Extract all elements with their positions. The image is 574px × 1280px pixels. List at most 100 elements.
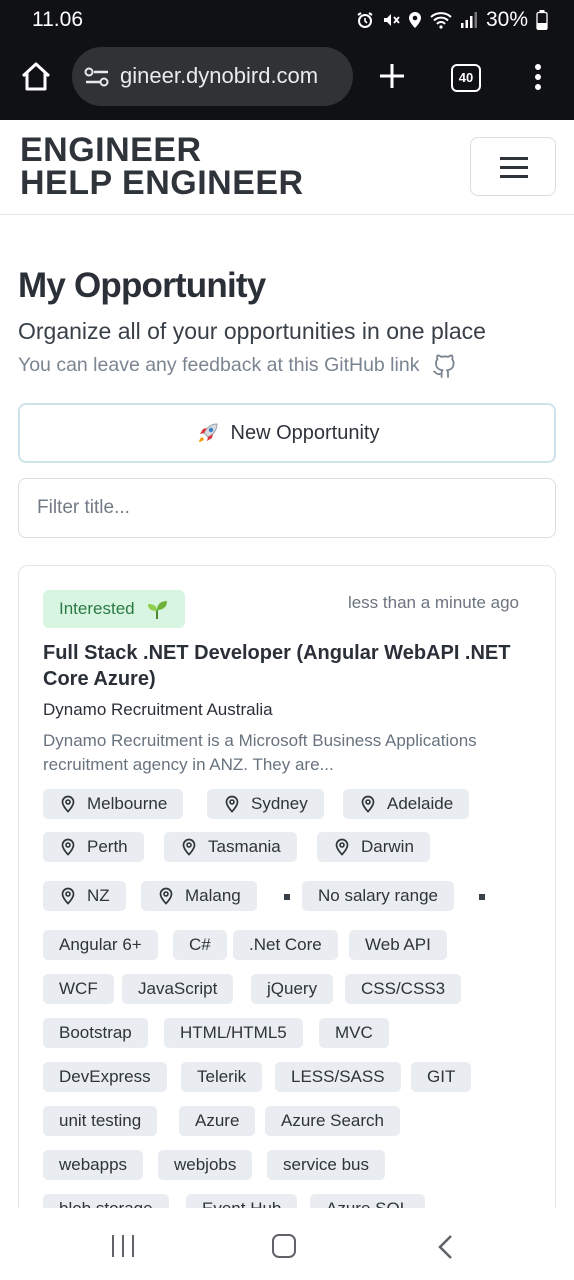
map-pin-icon [182,838,196,856]
location-label: Darwin [361,837,414,856]
skill-tag: Telerik [181,1062,263,1092]
system-nav-bar [0,1208,574,1280]
map-pin-icon [335,838,349,856]
location-label: Sydney [251,794,308,813]
company-name: Dynamo Recruitment Australia [43,700,273,719]
separator-dot [284,894,290,900]
map-pin-icon [159,887,173,905]
url-text: gineer.dynobird.com [120,63,319,88]
status-time: 11.06 [32,8,83,31]
back-icon[interactable] [436,1234,456,1260]
job-title[interactable]: Full Stack .NET Developer (Angular WebAP… [43,640,513,692]
page-title: My Opportunity [18,266,266,305]
skill-label: MVC [335,1023,373,1042]
location-label: Malang [185,886,241,905]
skill-label: Angular 6+ [59,935,142,954]
skill-label: LESS/SASS [291,1067,385,1086]
location-tag: Tasmania [164,832,297,862]
skill-label: unit testing [59,1111,142,1130]
skill-tag: C# [173,930,227,960]
battery-level: 30% [485,8,528,31]
mute-icon [383,14,400,26]
home-icon[interactable] [18,59,54,95]
status-icons: 30% [356,8,548,32]
hamburger-menu-button[interactable] [470,137,556,196]
skill-label: service bus [283,1155,369,1174]
status-bar: 11.06 30% [0,0,574,40]
salary-label: No salary range [318,886,439,905]
skill-tag: service bus [267,1150,385,1180]
site-settings-icon[interactable] [84,65,110,89]
browser-toolbar: gineer.dynobird.com 40 [0,40,574,120]
new-opportunity-button[interactable]: New Opportunity [18,403,556,463]
skill-label: JavaScript [138,979,218,998]
filter-title-input[interactable] [18,478,556,538]
skill-tag: CSS/CSS3 [345,974,462,1004]
alarm-icon [357,12,373,28]
skill-label: Web API [365,935,431,954]
skill-label: WCF [59,979,98,998]
skill-tag: webapps [43,1150,144,1180]
github-icon[interactable] [431,352,457,378]
skill-label: jQuery [267,979,318,998]
skill-tag: unit testing [43,1106,158,1136]
site-logo[interactable]: ENGINEER HELP ENGINEER [20,131,304,200]
more-vert-icon[interactable] [528,64,548,94]
site-header: ENGINEER HELP ENGINEER [0,120,574,215]
location-label: Tasmania [208,837,281,856]
location-tag: Sydney [207,789,324,819]
skill-tag: jQuery [251,974,334,1004]
job-description: Dynamo Recruitment is a Microsoft Busine… [43,731,477,774]
tabs-icon[interactable]: 40 [451,64,481,92]
skill-tag: DevExpress [43,1062,167,1092]
recents-icon[interactable] [112,1235,136,1257]
skill-label: HTML/HTML5 [180,1023,287,1042]
location-tag: Malang [141,881,257,911]
skill-label: webapps [59,1155,128,1174]
skill-tag: Bootstrap [43,1018,148,1048]
battery-icon [536,10,548,30]
location-label: NZ [87,886,110,905]
plus-icon[interactable] [378,62,406,90]
skill-label: DevExpress [59,1067,151,1086]
map-pin-icon [361,795,375,813]
location-label: Adelaide [387,794,454,813]
opportunity-card[interactable]: Interested less than a minute ago Full S… [18,565,556,1265]
skill-label: Telerik [197,1067,247,1086]
status-label: Interested [59,599,135,618]
new-opportunity-label: New Opportunity [230,421,380,444]
location-icon [408,12,421,28]
address-bar[interactable]: gineer.dynobird.com [72,47,353,106]
skill-tag: JavaScript [122,974,234,1004]
skill-tag: webjobs [158,1150,253,1180]
skill-label: .Net Core [249,935,322,954]
separator-dot [479,894,485,900]
skill-label: GIT [427,1067,456,1086]
location-label: Perth [87,837,128,856]
page-subtitle: Organize all of your opportunities in on… [18,318,486,344]
status-badge: Interested [43,590,185,628]
signal-icon [460,12,477,28]
map-pin-icon [61,838,75,856]
rocket-icon [198,423,218,442]
feedback-text: You can leave any feedback at this GitHu… [18,353,420,376]
skill-tag: LESS/SASS [275,1062,401,1092]
location-tag: NZ [43,881,126,911]
nav-home-icon[interactable] [272,1234,296,1258]
wifi-icon [430,12,452,29]
skill-tag: Azure [179,1106,256,1136]
timestamp: less than a minute ago [347,593,519,612]
skill-label: Bootstrap [59,1023,132,1042]
logo-line-1: ENGINEER [20,131,202,169]
salary-tag: No salary range [302,881,455,911]
skill-tag: GIT [411,1062,472,1092]
skill-tag: WCF [43,974,114,1004]
skill-tag: .Net Core [233,930,338,960]
skill-label: webjobs [174,1155,237,1174]
skill-label: Azure Search [281,1111,384,1130]
skill-tag: Angular 6+ [43,930,158,960]
location-tag: Adelaide [343,789,470,819]
map-pin-icon [225,795,239,813]
feedback-link[interactable]: You can leave any feedback at this GitHu… [18,352,457,378]
skill-tag: Azure Search [265,1106,400,1136]
